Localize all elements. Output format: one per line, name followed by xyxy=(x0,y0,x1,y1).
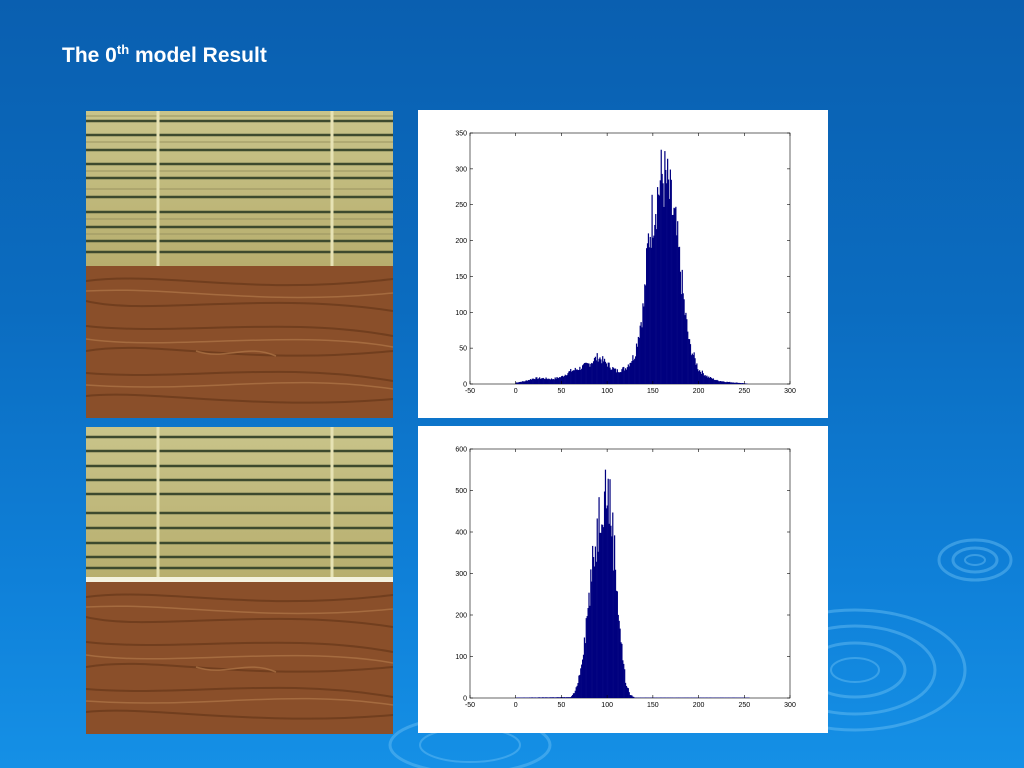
y-tick-label: 300 xyxy=(455,166,467,173)
y-tick-label: 0 xyxy=(463,382,467,389)
title-superscript: th xyxy=(116,42,130,57)
x-tick-label: 100 xyxy=(601,702,613,709)
x-tick-label: -50 xyxy=(465,388,475,395)
x-tick-label: 50 xyxy=(558,702,566,709)
plot-frame xyxy=(469,448,791,699)
y-tick-label: 50 xyxy=(459,346,467,353)
title-rest: model Result xyxy=(129,44,267,67)
x-tick-label: 50 xyxy=(558,388,566,395)
histogram-panel-1: -50 0 50 100 150 200 250 300 0 50 100 150 200 250 300 3… xyxy=(418,110,828,418)
histogram-chart-1: -50 0 50 100 150 200 250 3000501001502002503003… xyxy=(455,131,796,396)
y-tick-label: 150 xyxy=(455,274,467,281)
histogram-panel-2: -50 0 50 100 150 200 250 300 0 100 200 300 400 500 600 xyxy=(418,426,828,733)
y-tick-label: 200 xyxy=(455,238,467,245)
x-tick-label: 250 xyxy=(738,388,750,395)
segmented-texture-image xyxy=(86,427,393,734)
y-tick-label: 100 xyxy=(455,654,467,661)
x-tick-label: 0 xyxy=(514,388,518,395)
x-tick-label: -50 xyxy=(465,702,475,709)
x-tick-label: 200 xyxy=(693,388,705,395)
y-tick-label: 200 xyxy=(455,613,467,620)
x-tick-label: 150 xyxy=(647,388,659,395)
y-tick-label: 500 xyxy=(455,488,467,495)
title-main: The 0 xyxy=(62,44,117,67)
y-tick-label: 250 xyxy=(455,202,467,209)
x-tick-label: 0 xyxy=(514,702,518,709)
y-tick-label: 100 xyxy=(455,310,467,317)
y-tick-label: 600 xyxy=(455,447,467,454)
original-texture-image xyxy=(86,111,393,418)
x-tick-label: 300 xyxy=(784,702,796,709)
y-tick-label: 0 xyxy=(463,696,467,703)
x-tick-label: 300 xyxy=(784,388,796,395)
histogram-chart-2: -50 0 50 100 150 200 250 3000100200300400500600 xyxy=(455,447,796,710)
y-tick-label: 300 xyxy=(455,571,467,578)
x-tick-label: 150 xyxy=(647,702,659,709)
y-tick-label: 350 xyxy=(455,131,467,138)
y-tick-label: 400 xyxy=(455,530,467,537)
slide-title: The 0th model Result xyxy=(62,42,267,68)
x-tick-label: 100 xyxy=(601,388,613,395)
x-tick-label: 250 xyxy=(738,702,750,709)
x-tick-label: 200 xyxy=(693,702,705,709)
plot-frame xyxy=(469,132,791,385)
